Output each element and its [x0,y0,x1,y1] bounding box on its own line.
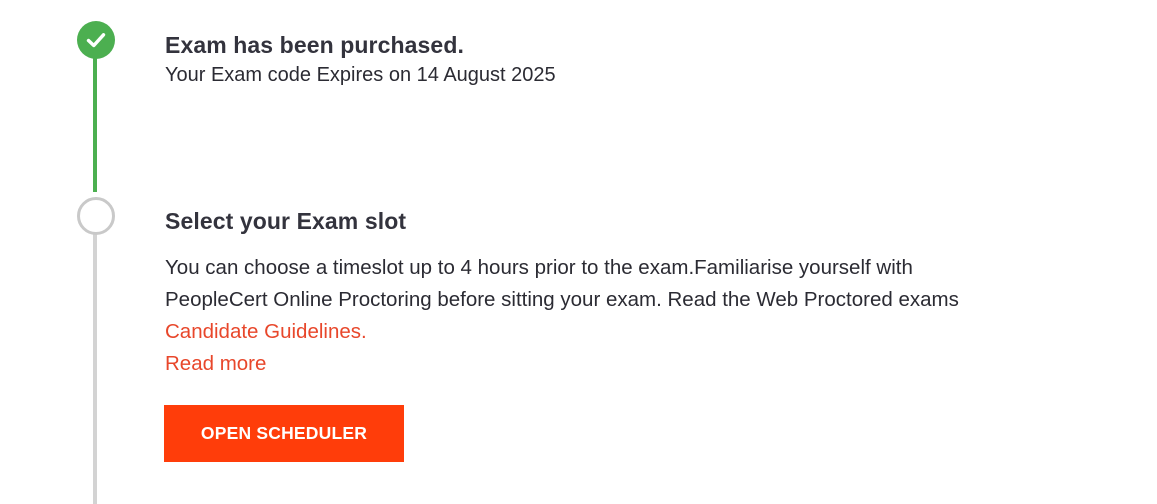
read-more-link[interactable]: Read more [165,349,266,379]
step-pending-marker [77,197,115,235]
step-description: You can choose a timeslot up to 4 hours … [165,252,1125,348]
check-icon [86,33,106,48]
timeline-connector-completed [93,58,97,192]
timeline-connector-pending [93,232,97,504]
description-line-2: PeopleCert Online Proctoring before sitt… [165,288,959,311]
candidate-guidelines-link[interactable]: Candidate Guidelines. [165,320,367,343]
step-completed-marker [77,21,115,59]
exam-code-expiry-text: Your Exam code Expires on 14 August 2025 [165,64,556,86]
step-exam-purchased: Exam has been purchased. Your Exam code … [165,30,1125,88]
step-select-exam-slot: Select your Exam slot You can choose a t… [165,206,1125,379]
open-scheduler-button[interactable]: OPEN SCHEDULER [164,405,404,462]
description-line-1: You can choose a timeslot up to 4 hours … [165,256,913,279]
step-title: Exam has been purchased. [165,32,464,58]
step-title: Select your Exam slot [165,208,407,234]
